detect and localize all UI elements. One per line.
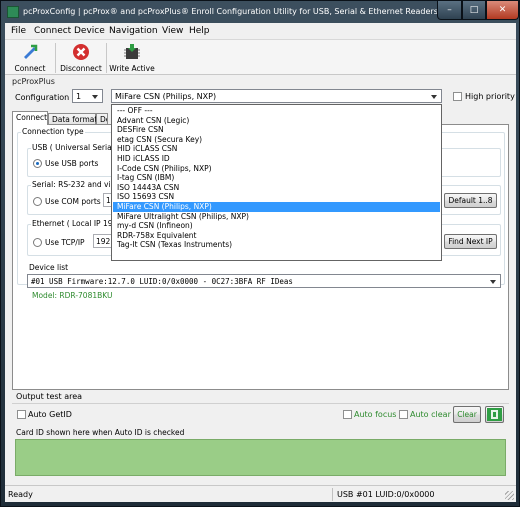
- card-type-dropdown-list: --- OFF --- Advant CSN (Legic) DESFire CSN…: [111, 104, 442, 261]
- ip-address-field[interactable]: 192: [93, 234, 113, 248]
- maximize-button[interactable]: □: [462, 1, 486, 20]
- connect-label: Connect: [14, 64, 46, 73]
- menu-view[interactable]: View: [162, 26, 183, 36]
- connect-icon: [24, 44, 38, 59]
- usb-group-title: USB ( Universal Serial B: [31, 143, 123, 152]
- disconnect-label: Disconnect: [60, 64, 102, 73]
- menu-help[interactable]: Help: [189, 26, 210, 36]
- dropdown-option[interactable]: Tag-It CSN (Texas Instruments): [113, 240, 440, 250]
- clear-button[interactable]: Clear: [453, 406, 481, 423]
- auto-focus-label: Auto focus: [354, 410, 397, 419]
- dropdown-option[interactable]: HID iCLASS ID: [113, 154, 440, 164]
- card-id-hint: Card ID shown here when Auto ID is check…: [16, 428, 185, 437]
- status-divider: [332, 488, 333, 501]
- status-bar: Ready USB #01 LUID:0/0x0000: [5, 485, 516, 502]
- configuration-label: Configuration #: [15, 93, 79, 102]
- output-divider: [12, 403, 509, 404]
- dropdown-option[interactable]: MiFare Ultralight CSN (Philips, NXP): [113, 212, 440, 222]
- disconnect-button[interactable]: Disconnect: [58, 41, 104, 75]
- dropdown-option[interactable]: ISO 15693 CSN: [113, 192, 440, 202]
- client-area: File Connect Device Navigation View Help…: [5, 23, 516, 502]
- auto-clear-checkbox[interactable]: [399, 410, 408, 419]
- menu-device[interactable]: Device: [74, 26, 105, 36]
- toolbar-separator: [106, 43, 107, 73]
- output-test-area-label: Output test area: [16, 392, 83, 401]
- high-priority-checkbox[interactable]: [453, 92, 462, 101]
- copy-icon: [487, 408, 502, 421]
- minimize-button[interactable]: –: [437, 1, 462, 20]
- auto-focus-checkbox[interactable]: [343, 410, 352, 419]
- configuration-number-value: 1: [76, 92, 82, 101]
- tab-connect[interactable]: Connect: [12, 111, 48, 125]
- com-radio[interactable]: [33, 197, 42, 206]
- tcp-radio-label: Use TCP/IP: [45, 238, 85, 247]
- usb-radio[interactable]: [33, 159, 42, 168]
- com-radio-label: Use COM ports: [45, 197, 101, 206]
- app-icon: [7, 6, 19, 18]
- find-next-ip-button[interactable]: Find Next IP: [444, 234, 497, 249]
- menu-file[interactable]: File: [11, 26, 26, 36]
- window-title: pcProxConfig | pcProx® and pcProxPlus® E…: [23, 7, 438, 16]
- chevron-down-icon: [91, 92, 100, 101]
- serial-group-title: Serial: RS-232 and virtu: [31, 180, 123, 189]
- auto-clear-label: Auto clear: [410, 410, 451, 419]
- write-active-label: Write Active: [109, 64, 155, 73]
- default-ports-button[interactable]: Default 1..8: [444, 193, 497, 208]
- dropdown-option[interactable]: I-tag CSN (IBM): [113, 173, 440, 183]
- device-model: Model: RDR-7081BKU: [32, 291, 113, 300]
- tcp-radio[interactable]: [33, 238, 42, 247]
- resize-grip-icon[interactable]: [505, 491, 514, 500]
- usb-radio-label: Use USB ports: [45, 159, 99, 168]
- menu-bar: File Connect Device Navigation View Help: [5, 23, 516, 39]
- card-type-select[interactable]: MiFare CSN (Philips, NXP): [111, 89, 442, 103]
- dropdown-option[interactable]: my-d CSN (Infineon): [113, 221, 440, 231]
- connection-type-title: Connection type: [21, 127, 85, 136]
- status-connection: USB #01 LUID:0/0x0000: [337, 490, 435, 499]
- status-text: Ready: [8, 490, 33, 499]
- connect-button[interactable]: Connect: [9, 41, 51, 75]
- write-active-button[interactable]: Write Active: [109, 41, 155, 75]
- disconnect-icon: [73, 44, 89, 60]
- product-name: pcProxPlus: [12, 77, 55, 86]
- chevron-down-icon: [489, 277, 498, 286]
- dropdown-option[interactable]: etag CSN (Secura Key): [113, 135, 440, 145]
- dropdown-option[interactable]: RDR-758x Equivalent: [113, 231, 440, 241]
- card-type-value: MiFare CSN (Philips, NXP): [115, 92, 217, 101]
- app-window: pcProxConfig | pcProx® and pcProxPlus® E…: [0, 0, 520, 507]
- close-button[interactable]: ✕: [486, 1, 519, 20]
- dropdown-option[interactable]: DESFire CSN: [113, 125, 440, 135]
- auto-getid-checkbox[interactable]: [17, 410, 26, 419]
- toolbar: Connect Disconnect Write Active: [5, 39, 516, 75]
- dropdown-option[interactable]: Advant CSN (Legic): [113, 116, 440, 126]
- device-list-value: #01 USB Firmware:12.7.0 LUID:0/0x0000 - …: [31, 277, 293, 286]
- ethernet-group-title: Ethernet ( Local IP 192.: [31, 219, 121, 228]
- device-list-label: Device list: [29, 263, 69, 272]
- write-chip-icon: [124, 44, 140, 59]
- chevron-down-icon: [430, 92, 439, 101]
- copy-output-button[interactable]: [485, 406, 504, 423]
- auto-getid-label: Auto GetID: [28, 410, 72, 419]
- dropdown-option[interactable]: MiFare CSN (Philips, NXP): [113, 202, 440, 212]
- menu-navigation[interactable]: Navigation: [109, 26, 158, 36]
- dropdown-option[interactable]: I-Code CSN (Philips, NXP): [113, 164, 440, 174]
- card-id-output-area[interactable]: [15, 439, 506, 476]
- menu-connect[interactable]: Connect: [34, 26, 71, 36]
- dropdown-option[interactable]: --- OFF ---: [113, 106, 440, 116]
- configuration-number-select[interactable]: 1: [72, 89, 103, 103]
- high-priority-label: High priority: [465, 92, 515, 101]
- dropdown-option[interactable]: ISO 14443A CSN: [113, 183, 440, 193]
- toolbar-separator: [55, 43, 56, 73]
- device-list-select[interactable]: #01 USB Firmware:12.7.0 LUID:0/0x0000 - …: [27, 274, 501, 288]
- dropdown-option[interactable]: HID iCLASS CSN: [113, 144, 440, 154]
- title-bar[interactable]: pcProxConfig | pcProx® and pcProxPlus® E…: [1, 1, 519, 23]
